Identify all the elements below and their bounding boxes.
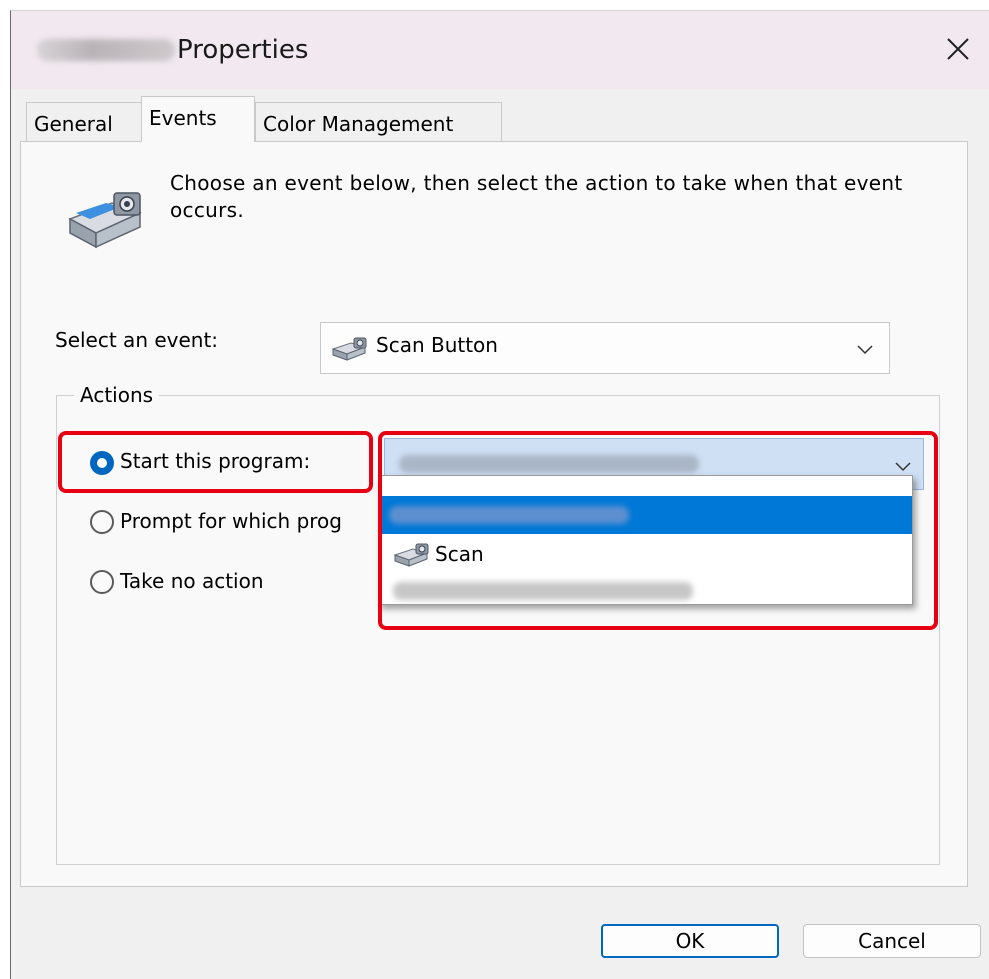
close-button[interactable] <box>926 19 989 79</box>
scanner-icon <box>331 337 367 361</box>
select-event-label: Select an event: <box>55 328 219 352</box>
window-title: Properties <box>177 35 309 65</box>
event-select[interactable]: Scan Button <box>320 322 890 374</box>
actions-group-title: Actions <box>74 383 160 407</box>
event-select-value: Scan Button <box>376 333 498 357</box>
annotation-highlight-program-list <box>378 431 938 630</box>
tab-color-management[interactable]: Color Management <box>255 102 502 142</box>
radio-prompt-program[interactable] <box>90 510 114 534</box>
scanner-icon <box>68 192 142 249</box>
cancel-button[interactable]: Cancel <box>803 924 981 958</box>
radio-take-no-action-label[interactable]: Take no action <box>120 569 264 593</box>
radio-prompt-program-label[interactable]: Prompt for which prog <box>120 509 380 533</box>
blurred-device-name <box>37 39 175 61</box>
title-bar: Properties <box>11 11 989 89</box>
tab-events[interactable]: Events <box>141 96 255 142</box>
tab-general[interactable]: General <box>26 102 144 142</box>
events-description: Choose an event below, then select the a… <box>170 171 903 222</box>
close-icon <box>947 38 969 60</box>
chevron-down-icon <box>857 345 873 355</box>
radio-take-no-action[interactable] <box>90 570 114 594</box>
annotation-highlight-start-program <box>58 431 373 493</box>
ok-button[interactable]: OK <box>601 924 779 958</box>
